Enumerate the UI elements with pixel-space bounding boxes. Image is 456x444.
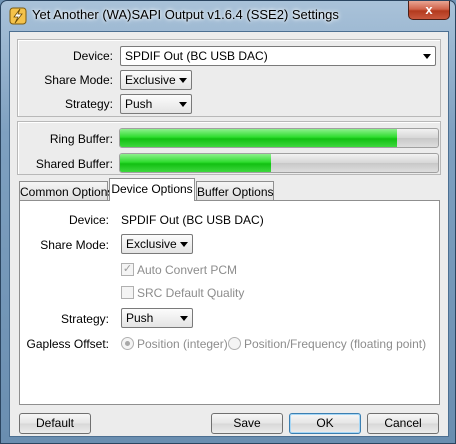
settings-window: Yet Another (WA)SAPI Output v1.6.4 (SSE2… [0,0,456,444]
chevron-down-icon [179,102,187,107]
ring-buffer-label: Ring Buffer: [49,132,113,146]
gapless-position-frequency-label: Position/Frequency (floating point) [244,337,427,351]
strategy-value: Push [125,97,153,111]
gapless-offset-label: Gapless Offset: [26,337,109,351]
auto-convert-pcm-checkbox[interactable]: ✓ [121,263,134,276]
chevron-down-icon [180,316,188,321]
save-button[interactable]: Save [211,413,283,434]
auto-convert-pcm-label: Auto Convert PCM [137,263,238,277]
share-mode-label: Share Mode: [44,73,113,87]
chevron-down-icon [180,242,188,247]
dialog-client-area: Device: SPDIF Out (BC USB DAC) Share Mod… [9,31,449,437]
title-bar[interactable]: Yet Another (WA)SAPI Output v1.6.4 (SSE2… [1,1,455,31]
window-title: Yet Another (WA)SAPI Output v1.6.4 (SSE2… [32,7,339,22]
gapless-position-frequency-radio[interactable] [228,337,241,350]
buffer-meters-group: Ring Buffer: Shared Buffer: [17,121,441,175]
tab-common-options[interactable]: Common Options [19,181,113,201]
device-value: SPDIF Out (BC USB DAC) [121,213,264,227]
gapless-position-integer-radio[interactable] [121,337,134,350]
src-default-quality-checkbox[interactable] [121,286,134,299]
tab-buffer-options[interactable]: Buffer Options [196,181,274,201]
share-mode-value: Exclusive [126,237,177,251]
ok-button[interactable]: OK [289,413,361,434]
strategy-label: Strategy: [64,97,113,111]
strategy-label: Strategy: [60,312,109,326]
strategy-value: Push [126,311,154,325]
src-default-quality-label: SRC Default Quality [137,286,245,300]
share-mode-label: Share Mode: [40,238,109,252]
shared-buffer-meter [119,153,439,173]
chevron-down-icon [179,78,187,83]
share-mode-select[interactable]: Exclusive [121,234,193,254]
cancel-button[interactable]: Cancel [367,413,439,434]
device-label: Device: [72,49,113,63]
device-summary-group: Device: SPDIF Out (BC USB DAC) Share Mod… [17,39,441,117]
device-options-panel: Device: SPDIF Out (BC USB DAC) Share Mod… [19,200,440,405]
chevron-down-icon [423,54,431,59]
default-button[interactable]: Default [19,413,91,434]
shared-buffer-label: Shared Buffer: [35,157,113,171]
gapless-position-integer-label: Position (integer) [137,337,228,351]
share-mode-value: Exclusive [125,73,176,87]
close-button[interactable]: x [408,1,450,20]
winamp-bolt-icon [9,7,27,25]
shared-buffer-fill [120,154,272,172]
device-select-value: SPDIF Out (BC USB DAC) [125,49,268,63]
strategy-select[interactable]: Push [121,308,193,328]
share-mode-select[interactable]: Exclusive [120,70,192,90]
ring-buffer-fill [120,129,397,147]
ring-buffer-meter [119,128,439,148]
tab-device-options[interactable]: Device Options [109,178,195,201]
strategy-select[interactable]: Push [120,94,192,114]
device-label: Device: [68,213,109,227]
device-select[interactable]: SPDIF Out (BC USB DAC) [120,46,436,66]
